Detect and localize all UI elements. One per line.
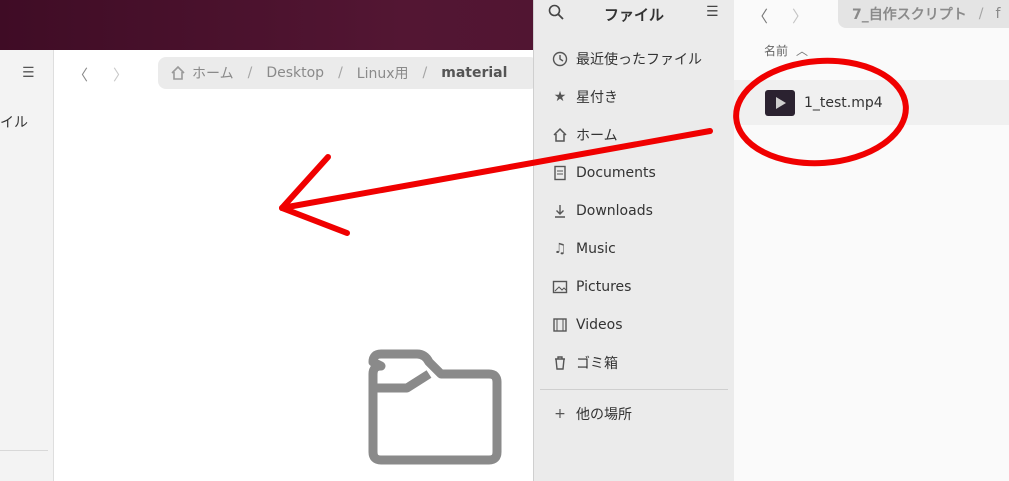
star-icon: ★ [553,89,567,105]
sidebar-item-label: ゴミ箱 [576,356,618,372]
document-icon [552,165,568,181]
sidebar-item-label: 他の場所 [576,407,632,423]
sidebar-item-documents[interactable]: Documents [552,158,656,188]
chooser-file-list: 〈 〉 7_自作スクリプト / f 名前 ︿ 1_test.mp4 [734,0,1009,481]
file-name: 1_test.mp4 [804,95,883,111]
sidebar-item-starred[interactable]: ★ 星付き [552,82,618,112]
sidebar-item-videos[interactable]: Videos [552,310,623,340]
breadcrumb: 7_自作スクリプト / f [838,0,1009,28]
breadcrumb-next[interactable]: f [995,6,1000,22]
back-file-manager-window: ☰ イル 〈 〉 ホーム / Desktop / Linux用 / materi… [0,50,538,481]
breadcrumb: ホーム / Desktop / Linux用 / material [158,57,538,89]
window-title: ファイル [604,6,665,24]
sidebar-item-label: 星付き [576,90,618,106]
download-icon [552,203,568,219]
chooser-sidebar: ファイル ☰ 最近使ったファイル ★ 星付き ホーム Documents Dow… [533,0,735,481]
file-row[interactable]: 1_test.mp4 [734,80,1009,125]
back-sidebar: ☰ イル [0,50,54,481]
home-icon [171,65,185,80]
sidebar-item-label: Documents [576,165,656,181]
sidebar-divider [540,389,728,390]
sidebar-item-label: ホーム [576,128,618,144]
sidebar-item-other-locations[interactable]: + 他の場所 [552,399,632,429]
breadcrumb-folder[interactable]: 7_自作スクリプト [852,4,967,24]
empty-folder-icon [368,349,502,465]
video-icon [552,317,568,333]
sidebar-item-pictures[interactable]: Pictures [552,272,631,302]
breadcrumb-separator: / [978,6,984,22]
sidebar-item-downloads[interactable]: Downloads [552,196,653,226]
music-icon: ♫ [553,241,567,257]
sidebar-item-trash[interactable]: ゴミ箱 [552,348,618,378]
breadcrumb-separator: / [422,65,428,81]
sidebar-divider [0,450,48,451]
sidebar-item-label: Videos [576,317,623,333]
back-sidebar-label[interactable]: イル [0,112,28,132]
breadcrumb-separator: / [247,65,253,81]
hamburger-menu-icon[interactable]: ☰ [22,66,40,80]
sidebar-item-recent[interactable]: 最近使ったファイル [552,44,702,74]
search-icon[interactable] [548,4,564,20]
sidebar-item-label: 最近使ったファイル [576,52,702,68]
breadcrumb-home[interactable]: ホーム [192,63,234,83]
sidebar-item-label: Downloads [576,203,653,219]
sidebar-item-music[interactable]: ♫ Music [552,234,616,264]
breadcrumb-desktop[interactable]: Desktop [266,65,324,81]
trash-icon [552,355,568,371]
nav-forward-button[interactable]: 〉 [792,3,808,27]
nav-back-button[interactable]: 〈 [73,64,88,85]
breadcrumb-separator: / [338,65,343,81]
hamburger-menu-icon[interactable]: ☰ [706,4,719,20]
home-icon [552,127,568,143]
sort-ascending-icon: ︿ [796,44,809,58]
sidebar-item-home[interactable]: ホーム [552,120,618,150]
column-header-name[interactable]: 名前 [764,42,788,59]
nav-back-button[interactable]: 〈 [752,3,768,27]
breadcrumb-current[interactable]: material [441,65,507,81]
recent-icon [552,51,568,67]
breadcrumb-linux[interactable]: Linux用 [357,63,409,83]
sidebar-item-label: Pictures [576,279,632,295]
file-chooser-window: ファイル ☰ 最近使ったファイル ★ 星付き ホーム Documents Dow… [533,0,1009,481]
sidebar-item-label: Music [576,241,616,257]
nav-forward-button[interactable]: 〉 [113,64,128,85]
video-file-icon [765,90,795,116]
picture-icon [552,279,568,295]
plus-icon: + [554,406,566,422]
